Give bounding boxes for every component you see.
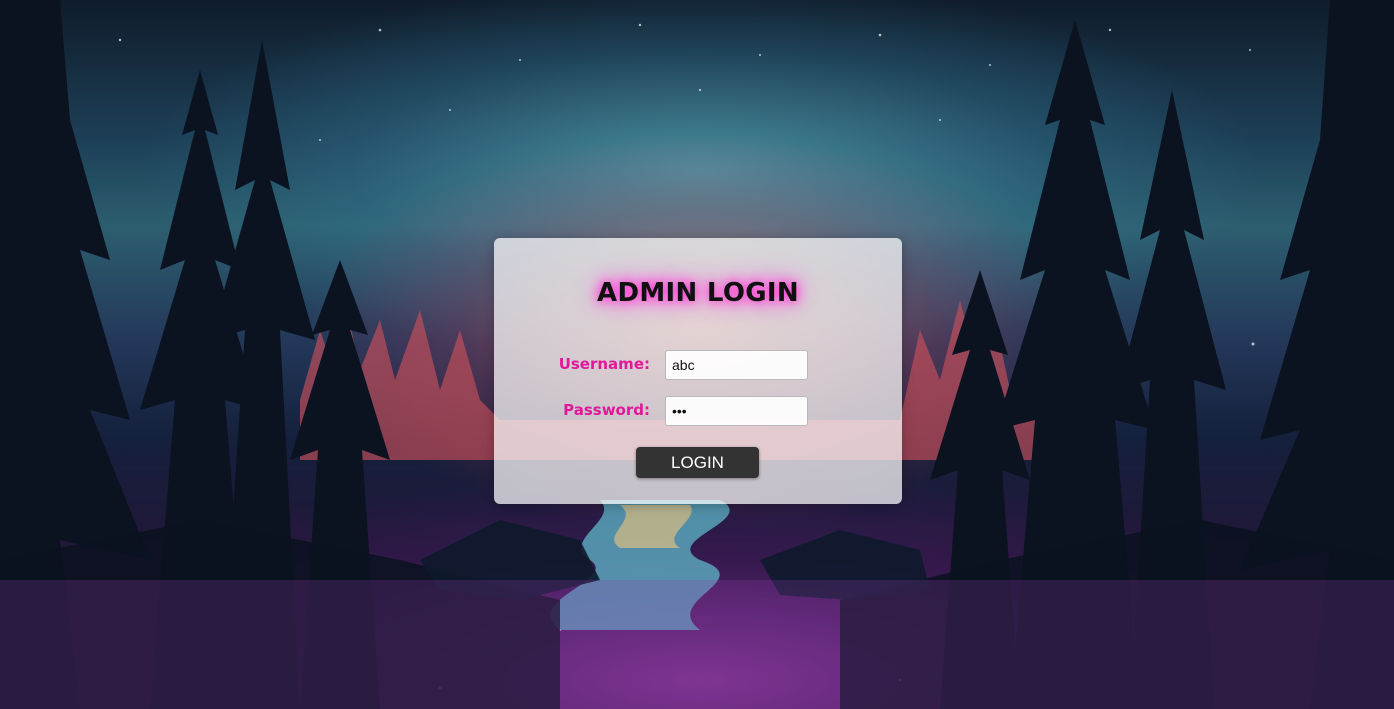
login-panel: ADMIN LOGIN Username: Password: LOGIN bbox=[494, 238, 902, 504]
username-row: Username: bbox=[494, 350, 902, 380]
title-wrapper: ADMIN LOGIN bbox=[494, 278, 902, 308]
password-row: Password: bbox=[494, 396, 902, 426]
password-input[interactable] bbox=[665, 396, 808, 426]
login-button[interactable]: LOGIN bbox=[636, 447, 759, 478]
username-input[interactable] bbox=[665, 350, 808, 380]
login-title: ADMIN LOGIN bbox=[597, 278, 799, 308]
password-label: Password: bbox=[563, 401, 650, 419]
username-label: Username: bbox=[558, 355, 650, 373]
